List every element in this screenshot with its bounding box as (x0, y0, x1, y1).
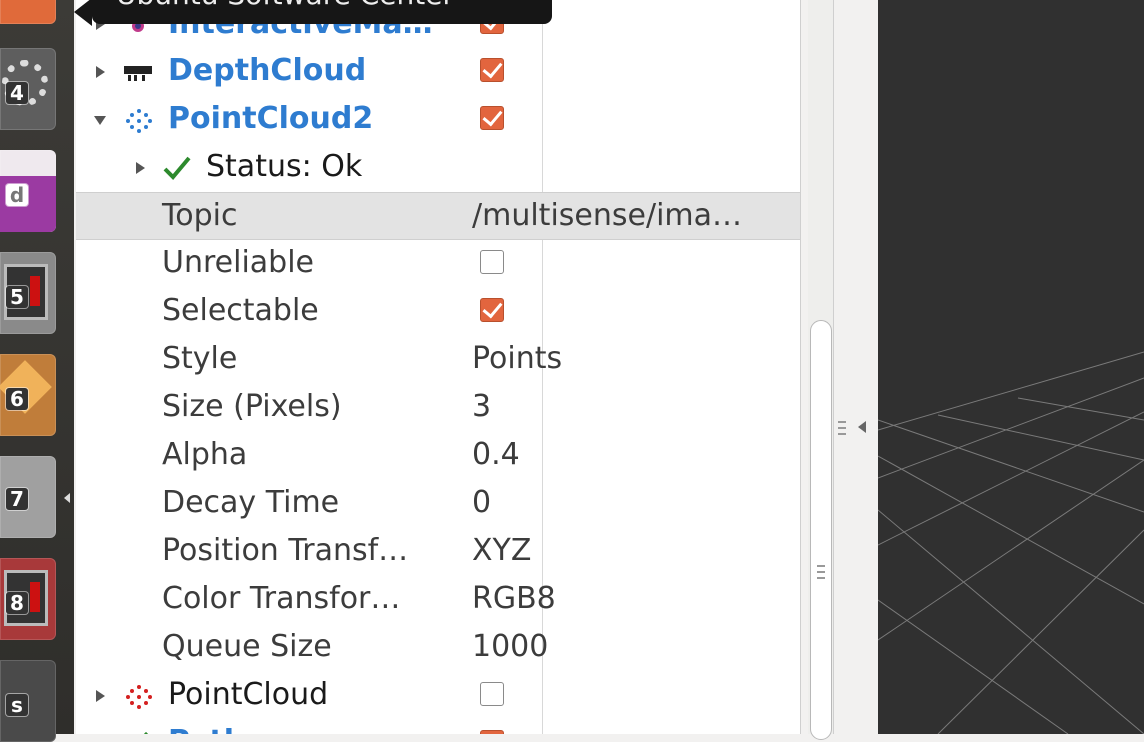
tree-row-queue-size[interactable]: Queue Size 1000 (76, 624, 800, 672)
collapse-arrow-icon[interactable] (94, 116, 106, 125)
launcher-item-terminal-8[interactable]: 8 (0, 558, 56, 640)
display-enabled-checkbox[interactable] (480, 58, 504, 82)
display-name: PointCloud2 (168, 101, 374, 136)
launcher-item-terminal-5[interactable]: 5 (0, 252, 56, 334)
tree-row-unreliable[interactable]: Unreliable (76, 240, 800, 288)
launcher-number-badge: d (6, 184, 28, 206)
unreliable-checkbox[interactable] (480, 250, 504, 274)
property-name: Topic (162, 198, 238, 233)
property-name: Style (162, 341, 238, 376)
display-name: DepthCloud (168, 53, 367, 88)
expand-arrow-icon[interactable] (96, 66, 105, 78)
launcher-item-6[interactable]: 6 (0, 354, 56, 436)
launcher-item-software-center[interactable] (0, 0, 56, 24)
splitter-grip[interactable] (838, 421, 846, 423)
launcher-item-7[interactable]: 7 (0, 456, 56, 538)
scrollbar-thumb[interactable] (810, 320, 832, 740)
display-enabled-checkbox[interactable] (480, 730, 504, 734)
property-value-decay-time[interactable]: 0 (472, 485, 491, 520)
status-label: Status: Ok (206, 149, 363, 184)
property-value-topic[interactable]: /multisense/ima… (472, 198, 742, 233)
launcher-number-badge: 5 (6, 286, 28, 308)
display-name: Path (168, 724, 245, 734)
selectable-checkbox[interactable] (480, 298, 504, 322)
launcher-number-badge: 7 (6, 488, 28, 510)
launcher-item-s[interactable]: s (0, 660, 56, 742)
active-app-arrow (64, 493, 70, 503)
launcher-item-system-settings[interactable]: 4 (0, 48, 56, 130)
ground-grid (878, 351, 1144, 734)
displays-property-tree: InteractiveMa… DepthCloud PointCloud2 St… (76, 0, 800, 734)
status-ok-check-icon (162, 154, 192, 180)
launcher-number-badge: 4 (6, 82, 28, 104)
property-name: Size (Pixels) (162, 389, 342, 424)
property-value-position-transformer[interactable]: XYZ (472, 533, 531, 568)
splitter-grip[interactable] (838, 427, 846, 429)
path-icon (136, 728, 166, 734)
scrollbar-grip (817, 571, 825, 573)
tree-row-pointcloud2[interactable]: PointCloud2 (76, 96, 800, 144)
property-name: Position Transf… (162, 533, 409, 568)
launcher-number-badge: s (6, 694, 28, 716)
render-viewport-3d[interactable] (878, 0, 1144, 734)
tooltip-arrow (74, 0, 92, 26)
property-value-color-transformer[interactable]: RGB8 (472, 581, 556, 616)
tree-row-pointcloud[interactable]: PointCloud (76, 672, 800, 720)
scrollbar-grip (817, 565, 825, 567)
tree-row-selectable[interactable]: Selectable (76, 288, 800, 336)
property-value-alpha[interactable]: 0.4 (472, 437, 520, 472)
tree-row-status[interactable]: Status: Ok (76, 144, 800, 192)
display-enabled-checkbox[interactable] (480, 106, 504, 130)
expand-arrow-icon[interactable] (136, 162, 145, 174)
terminal-accent (30, 276, 40, 306)
launcher-number-badge: 6 (6, 388, 28, 410)
tree-row-size-pixels[interactable]: Size (Pixels) 3 (76, 384, 800, 432)
tooltip-text: Ubuntu Software Center (116, 0, 454, 11)
splitter-grip[interactable] (838, 433, 846, 435)
terminal-accent (30, 582, 40, 612)
tree-row-decay-time[interactable]: Decay Time 0 (76, 480, 800, 528)
unity-launcher: 4 d 5 6 7 8 s (0, 0, 74, 742)
pointcloud2-icon (124, 108, 154, 134)
depth-camera-icon (122, 62, 152, 88)
launcher-number-badge: 8 (6, 592, 28, 614)
property-name: Alpha (162, 437, 248, 472)
tree-row-path[interactable]: Path (76, 720, 800, 734)
expand-arrow-icon[interactable] (96, 690, 105, 702)
tree-row-topic[interactable]: Topic /multisense/ima… (76, 192, 800, 240)
display-name: PointCloud (168, 677, 329, 712)
property-name: Queue Size (162, 629, 332, 664)
launcher-item-d[interactable]: d (0, 150, 56, 232)
tree-row-alpha[interactable]: Alpha 0.4 (76, 432, 800, 480)
pointcloud-icon (124, 684, 154, 710)
launcher-tooltip: Ubuntu Software Center (92, 0, 552, 24)
collapse-panel-arrow-icon[interactable] (858, 421, 866, 433)
property-value-size[interactable]: 3 (472, 389, 491, 424)
property-name: Decay Time (162, 485, 340, 520)
tree-row-style[interactable]: Style Points (76, 336, 800, 384)
property-value-queue-size[interactable]: 1000 (472, 629, 548, 664)
tree-row-position-transformer[interactable]: Position Transf… XYZ (76, 528, 800, 576)
tree-row-depthcloud[interactable]: DepthCloud (76, 48, 800, 96)
property-name: Selectable (162, 293, 319, 328)
property-value-style[interactable]: Points (472, 341, 562, 376)
display-enabled-checkbox[interactable] (480, 682, 504, 706)
property-name: Unreliable (162, 245, 314, 280)
tree-row-color-transformer[interactable]: Color Transfor… RGB8 (76, 576, 800, 624)
scrollbar-grip (817, 577, 825, 579)
property-name: Color Transfor… (162, 581, 401, 616)
